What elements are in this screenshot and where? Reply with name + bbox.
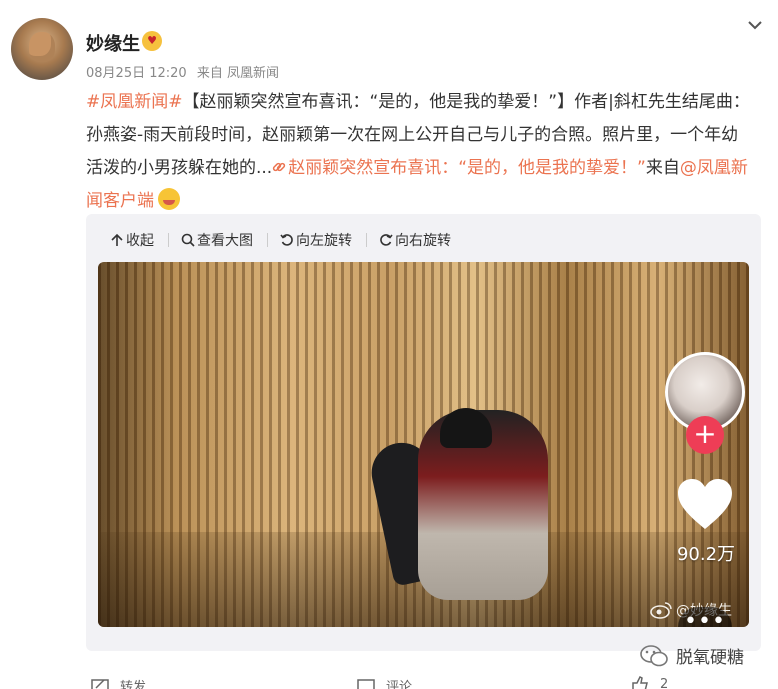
account-name: 脱氧硬糖 bbox=[676, 648, 744, 668]
repost-button[interactable]: 转发 bbox=[90, 676, 146, 689]
hashtag-link[interactable]: #凤凰新闻# bbox=[86, 92, 183, 112]
post-source: 来自 凤凰新闻 bbox=[196, 66, 279, 81]
rotate-right-label: 向右旋转 bbox=[395, 233, 451, 249]
comment-icon bbox=[357, 678, 375, 689]
post-footer: 转发 评论 2 bbox=[0, 676, 778, 689]
comment-button[interactable]: 评论 bbox=[356, 676, 412, 689]
collapse-icon bbox=[111, 233, 123, 246]
like-button[interactable]: 2 bbox=[630, 676, 668, 689]
chevron-down-icon[interactable] bbox=[744, 14, 766, 36]
rotate-right-button[interactable]: 向右旋转 bbox=[379, 230, 451, 250]
rotate-left-icon bbox=[280, 234, 293, 246]
like-count: 90.2万 bbox=[676, 544, 736, 565]
weibo-logo-icon bbox=[650, 602, 672, 619]
from-text: 来自 bbox=[645, 158, 680, 178]
collapse-label: 收起 bbox=[126, 233, 154, 249]
more-button[interactable]: ••• bbox=[678, 607, 732, 627]
wechat-icon bbox=[640, 644, 668, 666]
account-watermark: 脱氧硬糖 bbox=[640, 643, 744, 668]
yummy-emoji-icon bbox=[158, 188, 180, 210]
repost-icon bbox=[91, 678, 109, 689]
follow-plus-button[interactable]: + bbox=[686, 416, 724, 454]
search-icon bbox=[181, 233, 195, 247]
view-large-button[interactable]: 查看大图 bbox=[181, 230, 253, 250]
like-count-footer: 2 bbox=[660, 676, 669, 689]
post-image[interactable]: + 90.2万 @妙缘生 ••• bbox=[98, 262, 749, 627]
toolbar-divider bbox=[168, 233, 169, 247]
weibo-post: 妙缘生 ♥ 08月25日 12:20 来自 凤凰新闻 #凤凰新闻#【赵丽颖突然宣… bbox=[0, 0, 778, 689]
view-large-label: 查看大图 bbox=[197, 233, 253, 249]
article-link-text[interactable]: 赵丽颖突然宣布喜讯：“是的，他是我的挚爱！” bbox=[288, 158, 646, 178]
post-title: 【赵丽颖突然宣布喜讯：“是的，他是我的挚爱！”】 bbox=[182, 92, 575, 112]
toolbar-divider bbox=[366, 233, 367, 247]
username[interactable]: 妙缘生 bbox=[86, 30, 140, 56]
link-icon bbox=[273, 162, 286, 172]
heart-icon[interactable] bbox=[676, 477, 734, 531]
comment-label: 评论 bbox=[386, 680, 413, 689]
rotate-left-button[interactable]: 向左旋转 bbox=[280, 230, 352, 250]
post-meta: 08月25日 12:20 来自 凤凰新闻 bbox=[86, 62, 285, 81]
user-avatar[interactable] bbox=[11, 18, 73, 80]
toolbar-divider bbox=[267, 233, 268, 247]
rotate-left-label: 向左旋转 bbox=[296, 233, 352, 249]
repost-label: 转发 bbox=[120, 680, 147, 689]
media-card: 收起 查看大图 向左旋转 向右旋转 + 90.2万 ••• bbox=[86, 214, 761, 651]
collapse-button[interactable]: 收起 bbox=[110, 230, 154, 250]
post-content: #凤凰新闻#【赵丽颖突然宣布喜讯：“是的，他是我的挚爱！”】作者|斜杠先生结尾曲… bbox=[86, 86, 752, 218]
post-date[interactable]: 08月25日 12:20 bbox=[86, 66, 187, 81]
thumbs-up-icon bbox=[632, 676, 648, 689]
vip-emoji-icon: ♥ bbox=[142, 31, 162, 51]
article-link[interactable]: 赵丽颖突然宣布喜讯：“是的，他是我的挚爱！” bbox=[272, 158, 646, 178]
rotate-right-icon bbox=[380, 234, 393, 246]
media-toolbar: 收起 查看大图 向左旋转 向右旋转 bbox=[110, 230, 465, 250]
